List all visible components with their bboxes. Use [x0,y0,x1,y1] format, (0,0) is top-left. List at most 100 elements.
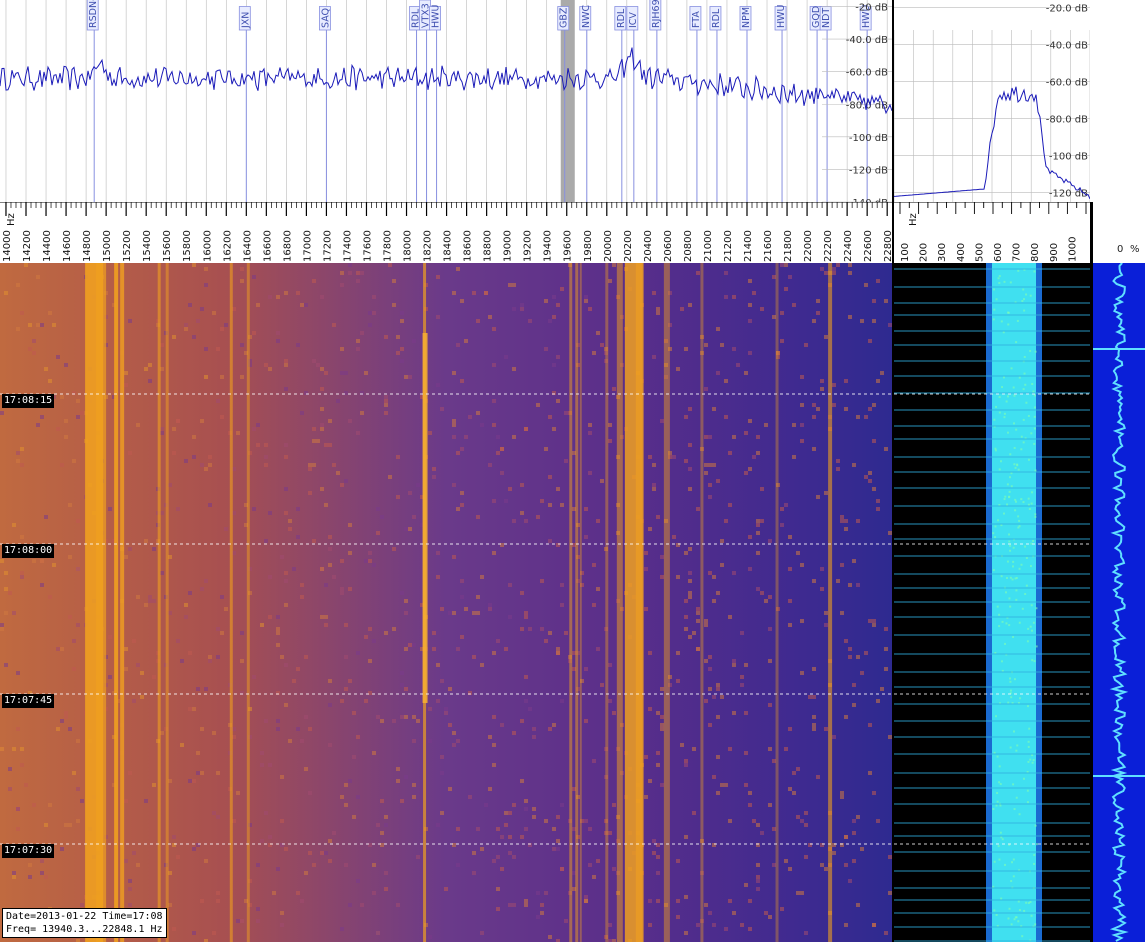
waterfall-noise-cell [376,715,380,719]
waterfall-noise-cell [868,479,872,483]
waterfall-noise-cell [784,859,788,863]
waterfall-noise-cell [768,539,772,543]
side-waterfall-speckle [1020,563,1023,566]
station-label-ndt[interactable]: NDT [819,6,832,31]
waterfall-noise-cell [332,323,336,327]
station-label-gbz[interactable]: GBZ [557,6,570,31]
frequency-tick-label: 15000 [102,230,113,262]
waterfall-noise-cell [292,567,296,571]
waterfall-noise-cell [480,847,484,851]
waterfall-noise-cell [844,379,848,383]
waterfall-noise-cell [368,323,372,327]
waterfall-noise-cell [608,699,612,703]
side-waterfall-display[interactable] [894,263,1090,942]
main-frequency-axis[interactable]: 14000 14200 14400 14600 14800 15000 15200 15400… [0,201,894,263]
station-label-fta[interactable]: FTA [689,6,702,31]
waterfall-noise-cell [460,595,464,599]
waterfall-noise-cell [756,519,760,523]
main-waterfall-image[interactable] [0,263,892,943]
side-waterfall-speckle [999,460,1002,463]
waterfall-noise-cell [716,327,720,331]
waterfall-noise-cell [532,735,536,739]
station-label-hwu[interactable]: HWU [774,4,787,31]
main-spectrum-graph[interactable]: RSDN-3 JXN SAQ RDL VTX3 HWU GBZ NWC RDL ICV RJH69 F… [0,0,893,209]
station-label-text: NWC [581,5,592,28]
station-label-rdl[interactable]: RDL [614,6,627,31]
waterfall-noise-cell [404,611,408,615]
station-label-nwc[interactable]: NWC [579,5,592,31]
waterfall-noise-cell [476,319,480,323]
waterfall-noise-cell [584,667,588,671]
waterfall-noise-cell [472,655,476,659]
waterfall-noise-cell [768,595,772,599]
waterfall-noise-cell [560,583,564,587]
waterfall-noise-cell [32,559,36,563]
waterfall-noise-cell [276,643,280,647]
waterfall-noise-cell [328,743,332,747]
station-label-jxn[interactable]: JXN [238,6,251,31]
station-label-rdl[interactable]: RDL [709,6,722,31]
side-waterfall-speckle [994,447,997,450]
waterfall-noise-cell [316,439,320,443]
main-spectrum-panel[interactable]: RSDN-3 JXN SAQ RDL VTX3 HWU GBZ NWC RDL ICV RJH69 F… [0,0,893,209]
waterfall-noise-cell [816,311,820,315]
station-label-rjh69[interactable]: RJH69 [649,0,662,31]
side-spectrum-graph[interactable]: -20.0 dB -40.0 dB -60.0 dB -80.0 dB -100 dB -… [893,0,1091,202]
waterfall-noise-cell [132,699,136,703]
side-frequency-axis[interactable]: 100 200 300 400 500 600 700 800 900 1000 Hz [894,201,1096,263]
waterfall-noise-cell [296,343,300,347]
waterfall-noise-cell [724,295,728,299]
frequency-tick-label: 20800 [683,230,694,262]
waterfall-noise-cell [284,387,288,391]
waterfall-noise-cell [336,399,340,403]
side-waterfall-speckle [992,885,995,888]
waterfall-noise-cell [320,851,324,855]
waterfall-noise-cell [340,795,344,799]
side-spectrum-panel[interactable]: -20.0 dB -40.0 dB -60.0 dB -80.0 dB -100 dB -… [893,0,1091,202]
side-waterfall-speckle [993,909,996,912]
waterfall-noise-cell [60,719,64,723]
main-waterfall-display[interactable] [0,263,892,943]
waterfall-noise-cell [824,867,828,871]
frequency-tick-label: 21400 [743,230,754,262]
waterfall-noise-cell [264,539,268,543]
waterfall-noise-cell [544,891,548,895]
waterfall-noise-cell [584,719,588,723]
waterfall-noise-cell [520,627,524,631]
station-label-rsdn-3[interactable]: RSDN-3 [86,0,99,31]
panel-divider-right[interactable] [1090,202,1093,942]
waterfall-noise-cell [344,371,348,375]
station-label-npm[interactable]: NPM [739,6,752,31]
side-waterfall-speckle [1013,422,1016,425]
waterfall-noise-cell [868,339,872,343]
side-waterfall-speckle [1005,591,1008,594]
panel-divider-left[interactable] [892,0,894,942]
side-waterfall-speckle [1033,853,1036,856]
side-waterfall-speckle [1000,897,1003,900]
side-waterfall-image[interactable] [894,263,1090,942]
station-label-saq[interactable]: SAQ [319,6,331,31]
waterfall-noise-cell [520,307,524,311]
waterfall-noise-cell [16,283,20,287]
waterfall-noise-cell [396,335,400,339]
side-waterfall-speckle [1004,642,1007,645]
waterfall-noise-cell [684,459,688,463]
waterfall-noise-cell [20,747,24,751]
waterfall-noise-cell [128,903,132,907]
waterfall-noise-cell [252,427,256,431]
waterfall-noise-cell [216,347,220,351]
side-waterfall-speckle [1005,400,1008,403]
waterfall-noise-cell [852,819,856,823]
waterfall-noise-cell [16,451,20,455]
station-label-hwu[interactable]: HWU [429,4,442,31]
station-label-icv[interactable]: ICV [626,6,639,31]
waterfall-noise-cell [548,631,552,635]
waterfall-noise-cell [772,315,776,319]
waterfall-noise-cell [656,515,660,519]
side-waterfall-speckle [1033,427,1036,430]
side-frequency-tick-label: 600 [993,243,1004,262]
waterfall-noise-cell [296,891,300,895]
waterfall-noise-cell [860,671,864,675]
side-waterfall-speckle [1017,515,1020,518]
waterfall-noise-cell [824,623,828,627]
